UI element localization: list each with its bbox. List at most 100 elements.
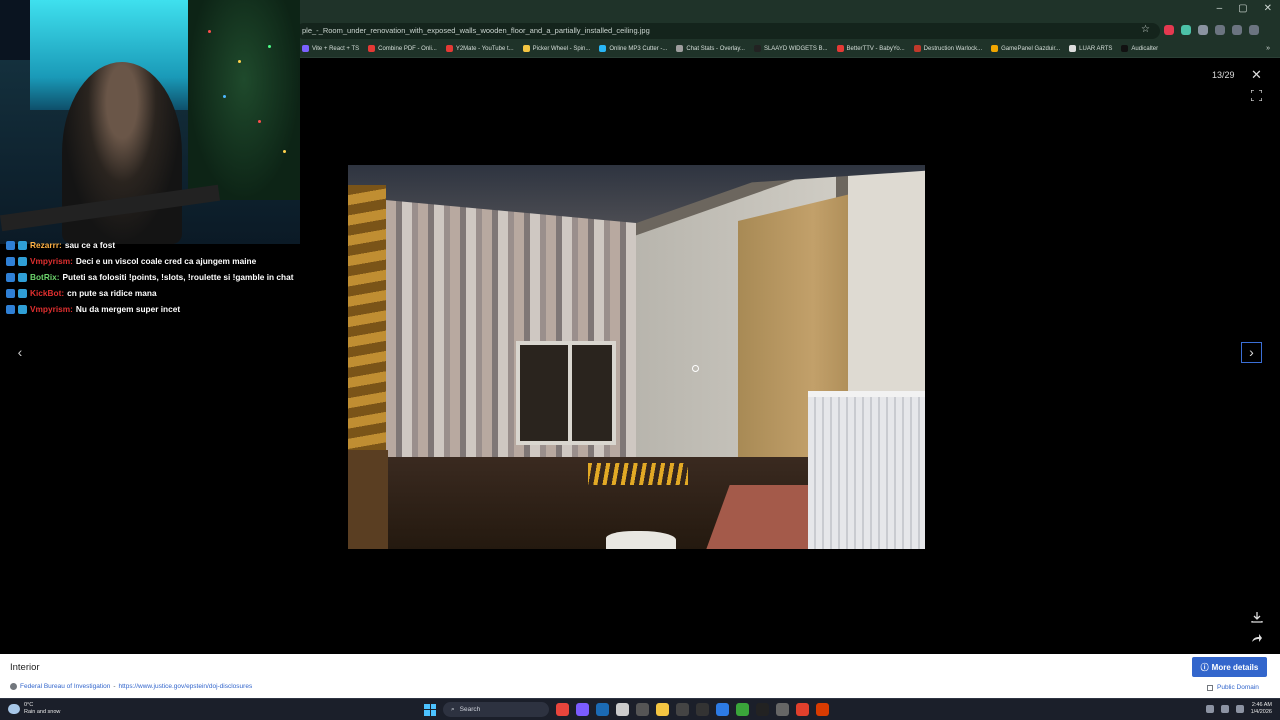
caption-bar: Interior ⓘ More details Federal Bureau o… xyxy=(0,654,1280,698)
app-icon[interactable] xyxy=(616,703,629,716)
bookmark-favicon-icon xyxy=(991,45,999,52)
volume-icon[interactable] xyxy=(1235,705,1244,713)
fullscreen-icon[interactable] xyxy=(1251,90,1262,101)
credit-separator: - xyxy=(113,683,116,690)
chat-username: KickBot: xyxy=(30,288,65,298)
chat-message: KickBot: cn pute sa ridice mana xyxy=(6,288,296,298)
weather-widget[interactable]: 0°C Rain and snow xyxy=(8,702,60,715)
bookmark-item[interactable]: BetterTTV - BabyYo... xyxy=(836,45,905,52)
bookmark-item[interactable]: SLAAYD WIDGETS B... xyxy=(753,45,828,52)
share-icon[interactable] xyxy=(1251,632,1263,644)
bookmark-item[interactable]: Chat Stats - Overlay... xyxy=(676,45,745,52)
bookmark-item[interactable]: Combine PDF - Onli... xyxy=(368,45,437,52)
next-image-button[interactable]: › xyxy=(1241,342,1262,363)
photo-window xyxy=(516,341,616,445)
subscriber-badge-icon xyxy=(18,257,27,266)
steam-icon[interactable] xyxy=(596,703,609,716)
chat-message: Rezarrr: sau ce a fost xyxy=(6,240,296,250)
chat-text: Deci e un viscol coale cred ca ajungem m… xyxy=(75,256,257,266)
cloud-icon xyxy=(8,703,20,714)
discord-icon[interactable] xyxy=(576,703,589,716)
taskbar-apps: ⌕ Search xyxy=(424,702,829,717)
app-icon[interactable] xyxy=(636,703,649,716)
image-caption: Interior xyxy=(10,662,40,673)
screen: – ▢ ✕ ple_-_Room_under_renovation_with_e… xyxy=(0,0,1280,720)
bookmark-item[interactable]: Y2Mate - YouTube t... xyxy=(445,45,514,52)
bookmark-star-icon[interactable]: ☆ xyxy=(1141,24,1150,35)
app-icon[interactable] xyxy=(756,703,769,716)
chrome-icon[interactable] xyxy=(556,703,569,716)
bookmark-label: GamePanel Gazduir... xyxy=(1001,45,1061,52)
taskbar-search[interactable]: ⌕ Search xyxy=(443,702,549,717)
bookmark-item[interactable]: Online MP3 Cutter -... xyxy=(599,45,667,52)
url-field[interactable]: ple_-_Room_under_renovation_with_exposed… xyxy=(296,23,1160,39)
maximize-icon[interactable]: ▢ xyxy=(1238,3,1247,14)
subscriber-badge-icon xyxy=(18,273,27,282)
weather-desc: Rain and snow xyxy=(24,708,61,715)
bookmark-label: Picker Wheel - Spin... xyxy=(532,45,591,52)
close-window-icon[interactable]: ✕ xyxy=(1264,3,1272,14)
bookmark-label: BetterTTV - BabyYo... xyxy=(846,45,905,52)
author-link[interactable]: Federal Bureau of Investigation xyxy=(20,683,110,690)
menu-icon[interactable] xyxy=(1249,25,1259,35)
moderator-badge-icon xyxy=(6,241,15,250)
extension-icon[interactable] xyxy=(1164,25,1174,35)
bookmark-label: SLAAYD WIDGETS B... xyxy=(763,45,828,52)
bookmark-favicon-icon xyxy=(753,45,761,52)
source-link[interactable]: https://www.justice.gov/epstein/doj-disc… xyxy=(119,683,253,690)
bookmark-item[interactable]: Vite + React + TS xyxy=(302,45,359,52)
app-icon[interactable] xyxy=(696,703,709,716)
subscriber-badge-icon xyxy=(18,241,27,250)
brave-icon[interactable] xyxy=(796,703,809,716)
network-icon[interactable] xyxy=(1220,705,1229,713)
christmas-tree xyxy=(188,0,300,200)
clock-date: 1/4/2026 xyxy=(1250,709,1272,715)
app-icon[interactable] xyxy=(716,703,729,716)
photo-radiator xyxy=(808,391,925,549)
bookmark-item[interactable]: LUAR ARTS xyxy=(1069,45,1112,52)
extension-icon[interactable] xyxy=(1181,25,1191,35)
bookmark-item[interactable]: GamePanel Gazduir... xyxy=(991,45,1060,52)
chevron-up-icon[interactable] xyxy=(1205,705,1214,713)
bookmark-item[interactable]: Destruction Warlock... xyxy=(913,45,982,52)
bookmark-label: Audicalter xyxy=(1131,45,1159,52)
folder-icon[interactable] xyxy=(656,703,669,716)
more-details-button[interactable]: ⓘ More details xyxy=(1192,657,1267,677)
photo-cloth xyxy=(606,531,676,549)
xbox-icon[interactable] xyxy=(736,703,749,716)
previous-image-button[interactable]: ‹ xyxy=(12,345,28,361)
search-label: Search xyxy=(459,706,481,713)
info-icon: ⓘ xyxy=(1200,662,1209,672)
chat-text: Puteti sa folositi !points, !slots, !rou… xyxy=(62,272,294,282)
moderator-badge-icon xyxy=(6,305,15,314)
moderator-badge-icon xyxy=(6,273,15,282)
license-icon xyxy=(1207,684,1213,691)
close-icon[interactable]: ✕ xyxy=(1251,68,1262,81)
bookmark-favicon-icon xyxy=(676,45,684,52)
clock-time: 2:46 AM xyxy=(1251,702,1272,708)
window-controls: – ▢ ✕ xyxy=(1217,3,1272,14)
app-icon[interactable] xyxy=(816,703,829,716)
license-link[interactable]: Public Domain xyxy=(1217,684,1259,691)
bookmark-item[interactable]: Picker Wheel - Spin... xyxy=(522,45,591,52)
chevron-right-icon[interactable]: » xyxy=(1266,45,1270,52)
bookmark-item[interactable]: Audicalter xyxy=(1121,45,1158,52)
more-details-label: More details xyxy=(1211,662,1259,672)
webcam-overlay xyxy=(0,0,300,244)
minimize-icon[interactable]: – xyxy=(1217,3,1223,14)
bookmark-favicon-icon xyxy=(836,45,844,52)
clock[interactable]: 2:46 AM 1/4/2026 xyxy=(1251,702,1272,716)
app-icon[interactable] xyxy=(776,703,789,716)
puzzle-icon[interactable] xyxy=(1198,25,1208,35)
windows-start-icon[interactable] xyxy=(424,703,436,716)
zoom-cursor-icon xyxy=(692,365,699,372)
download-icon[interactable] xyxy=(1251,611,1263,623)
bookmark-favicon-icon xyxy=(522,45,530,52)
profile-icon[interactable] xyxy=(1215,25,1225,35)
bookmark-favicon-icon xyxy=(1121,45,1129,52)
bookmark-favicon-icon xyxy=(599,45,607,52)
avatar[interactable] xyxy=(1232,25,1242,35)
app-icon[interactable] xyxy=(676,703,689,716)
bookmark-label: Vite + React + TS xyxy=(312,45,360,52)
chat-message: Vmpyrism: Deci e un viscol coale cred ca … xyxy=(6,256,296,266)
